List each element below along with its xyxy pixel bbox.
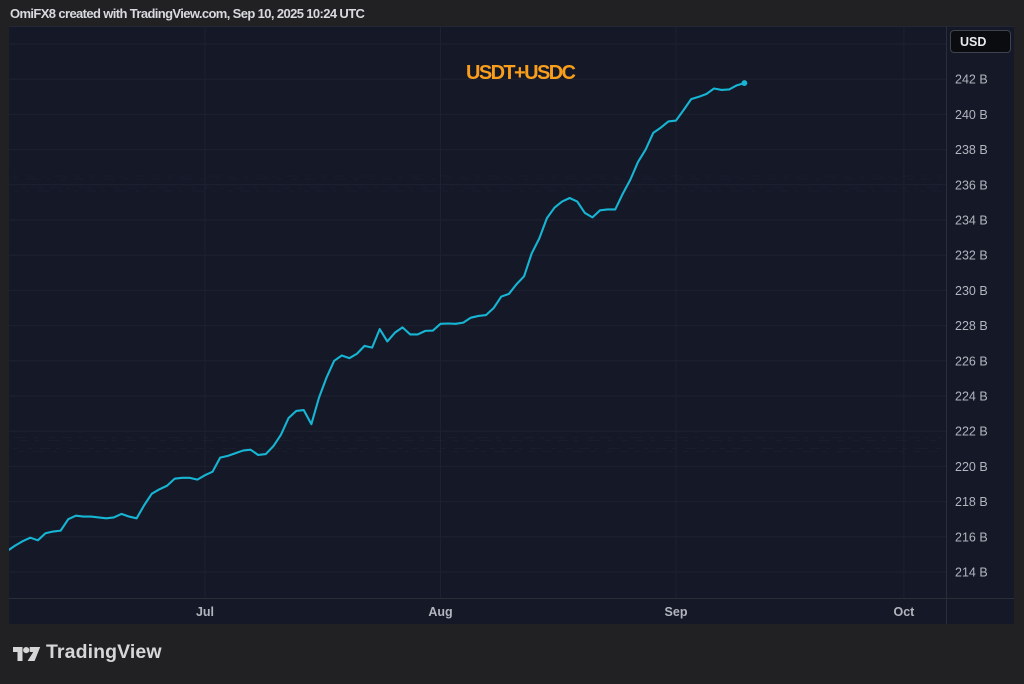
- price-tick-label: 230 B: [955, 284, 988, 298]
- logo-glyph-seven: [28, 647, 41, 661]
- price-tick-label: 240 B: [955, 108, 988, 122]
- logo-glyph-one: [13, 647, 23, 661]
- price-tick-label: 226 B: [955, 354, 988, 368]
- tradingview-logo-icon[interactable]: [13, 647, 41, 661]
- price-tick-label: 218 B: [955, 495, 988, 509]
- price-chart: 242 B 240 B 238 B 236 B 234 B 232 B 230 B 228 B…: [9, 26, 1014, 624]
- tradingview-logo-text[interactable]: TradingView: [46, 641, 162, 664]
- currency-button[interactable]: USD: [950, 30, 1011, 53]
- time-tick-label: Aug: [428, 605, 452, 619]
- tradingview-snapshot: OmiFX8 created with TradingView.com, Sep…: [0, 0, 1024, 684]
- logo-dot: [23, 647, 29, 653]
- price-tick-label: 242 B: [955, 73, 988, 87]
- price-tick-label: 224 B: [955, 390, 988, 404]
- price-tick-label: 220 B: [955, 460, 988, 474]
- price-tick-label: 234 B: [955, 214, 988, 228]
- footer-bar: TradingView: [0, 624, 1024, 684]
- time-tick-label: Oct: [894, 605, 916, 619]
- plot-background: [9, 26, 1014, 624]
- price-tick-label: 236 B: [955, 178, 988, 192]
- time-tick-label: Jul: [196, 605, 214, 619]
- time-tick-label: Sep: [665, 605, 688, 619]
- series-title: USDT+USDC: [466, 62, 574, 85]
- price-tick-label: 228 B: [955, 319, 988, 333]
- price-tick-label: 222 B: [955, 425, 988, 439]
- last-value-dot: [741, 80, 747, 86]
- price-tick-label: 216 B: [955, 530, 988, 544]
- price-tick-label: 214 B: [955, 566, 988, 580]
- chart-area: 242 B 240 B 238 B 236 B 234 B 232 B 230 B 228 B…: [9, 26, 1014, 624]
- attribution-text: OmiFX8 created with TradingView.com, Sep…: [10, 3, 364, 25]
- price-tick-label: 238 B: [955, 143, 988, 157]
- price-tick-label: 232 B: [955, 249, 988, 263]
